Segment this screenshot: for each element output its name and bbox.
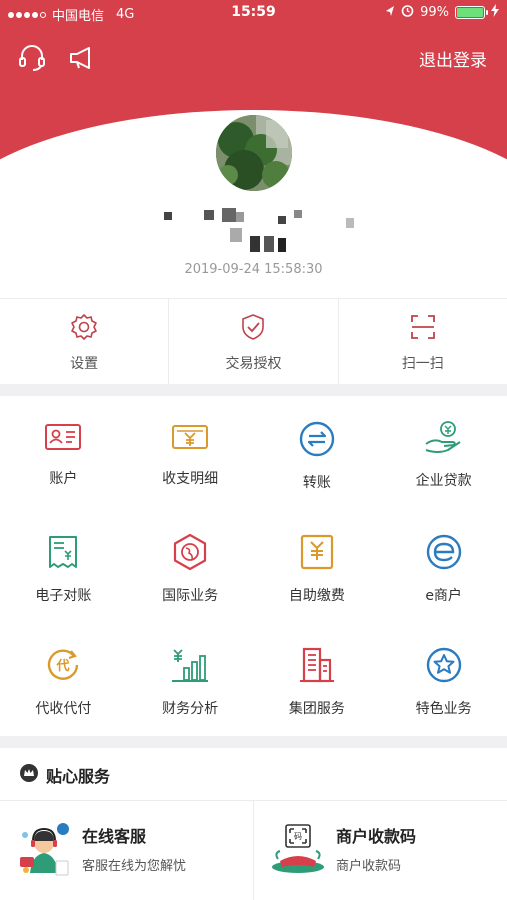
e-merchant-icon <box>425 533 463 575</box>
status-bar: 中国电信 4G 15:59 99% <box>0 0 507 26</box>
menu-item-self-payment[interactable]: 自助缴费 <box>254 509 381 622</box>
menu-grid: 账户 收支明细 转账 企业贷款 电子对账 国际业务 自助缴费 e商户 代 代收代… <box>0 396 507 736</box>
star-circle-icon <box>425 646 463 688</box>
battery-percent: 99% <box>420 5 449 20</box>
menu-label: 集团服务 <box>288 701 345 717</box>
svg-text:码: 码 <box>294 832 302 841</box>
shield-check-icon <box>239 313 267 345</box>
customer-service-icon <box>16 821 72 881</box>
section-divider <box>0 384 507 396</box>
online-support-text: 在线客服 客服在线为您解忧 <box>82 823 186 874</box>
quick-actions: 设置 交易授权 扫一扫 <box>0 298 507 384</box>
status-right: 99% <box>385 4 499 21</box>
online-support-card[interactable]: 在线客服 客服在线为您解忧 <box>0 801 254 900</box>
menu-item-group-services[interactable]: 集团服务 <box>254 622 381 735</box>
yen-square-icon <box>298 533 336 575</box>
crown-icon <box>20 764 38 786</box>
menu-item-financial-analysis[interactable]: 财务分析 <box>127 622 254 735</box>
id-card-icon <box>44 420 82 458</box>
svg-text:代: 代 <box>56 658 70 674</box>
menu-label: 国际业务 <box>162 588 219 604</box>
yen-bill-icon <box>171 420 209 458</box>
menu-item-statement[interactable]: 收支明细 <box>127 396 254 509</box>
menu-label: 企业贷款 <box>415 473 472 489</box>
menu-label: 收支明细 <box>162 471 219 487</box>
online-support-name: 在线客服 <box>82 827 147 846</box>
merchant-qr-subtitle: 商户收款码 <box>336 859 402 874</box>
menu-label: 转账 <box>302 475 331 491</box>
transaction-auth-button[interactable]: 交易授权 <box>169 299 339 384</box>
login-timestamp: 2019-09-24 15:58:30 <box>184 262 323 277</box>
menu-item-business-loan[interactable]: 企业贷款 <box>380 396 507 509</box>
services-row: 在线客服 客服在线为您解忧 码 商户收款码 商户收款码 <box>0 800 507 900</box>
scan-label: 扫一扫 <box>401 356 444 372</box>
menu-label: 自助缴费 <box>288 588 345 604</box>
section-divider <box>0 736 507 748</box>
settings-button[interactable]: 设置 <box>0 299 170 384</box>
location-icon <box>385 5 395 21</box>
scan-button[interactable]: 扫一扫 <box>339 299 507 384</box>
menu-label: e商户 <box>425 588 462 604</box>
menu-label: 特色业务 <box>415 701 472 717</box>
globe-hexagon-icon <box>171 533 209 575</box>
avatar[interactable] <box>214 113 294 193</box>
buildings-icon <box>298 646 336 688</box>
merchant-qr-card[interactable]: 码 商户收款码 商户收款码 <box>254 801 507 900</box>
menu-item-featured[interactable]: 特色业务 <box>380 622 507 735</box>
menu-item-collect-pay[interactable]: 代 代收代付 <box>0 622 127 735</box>
collect-pay-icon: 代 <box>44 646 82 688</box>
transfer-icon <box>298 420 336 462</box>
menu-item-e-reconciliation[interactable]: 电子对账 <box>0 509 127 622</box>
services-heading: 贴心服务 <box>20 763 110 787</box>
services-title: 贴心服务 <box>46 767 111 786</box>
menu-label: 代收代付 <box>35 701 92 717</box>
gear-icon <box>70 313 98 345</box>
menu-item-account[interactable]: 账户 <box>0 396 127 509</box>
menu-label: 电子对账 <box>35 588 92 604</box>
receipt-icon <box>44 533 82 575</box>
menu-item-e-merchant[interactable]: e商户 <box>380 509 507 622</box>
menu-item-international[interactable]: 国际业务 <box>127 509 254 622</box>
settings-label: 设置 <box>70 356 99 372</box>
username-redacted <box>160 208 360 256</box>
alarm-icon <box>401 4 414 21</box>
menu-label: 账户 <box>49 471 78 487</box>
qr-payment-icon: 码 <box>270 821 326 881</box>
headset-icon[interactable] <box>17 44 47 72</box>
megaphone-icon[interactable] <box>67 44 97 72</box>
logout-button[interactable]: 退出登录 <box>419 46 487 71</box>
scan-icon <box>409 313 437 345</box>
transaction-auth-label: 交易授权 <box>225 356 282 372</box>
merchant-qr-name: 商户收款码 <box>336 827 417 846</box>
menu-label: 财务分析 <box>162 701 219 717</box>
menu-item-transfer[interactable]: 转账 <box>254 396 381 509</box>
loan-hand-icon <box>424 420 464 460</box>
battery-icon <box>455 6 488 19</box>
charging-icon <box>491 4 499 21</box>
bar-chart-icon <box>170 646 210 688</box>
online-support-subtitle: 客服在线为您解忧 <box>82 859 187 874</box>
merchant-qr-text: 商户收款码 商户收款码 <box>336 823 416 874</box>
